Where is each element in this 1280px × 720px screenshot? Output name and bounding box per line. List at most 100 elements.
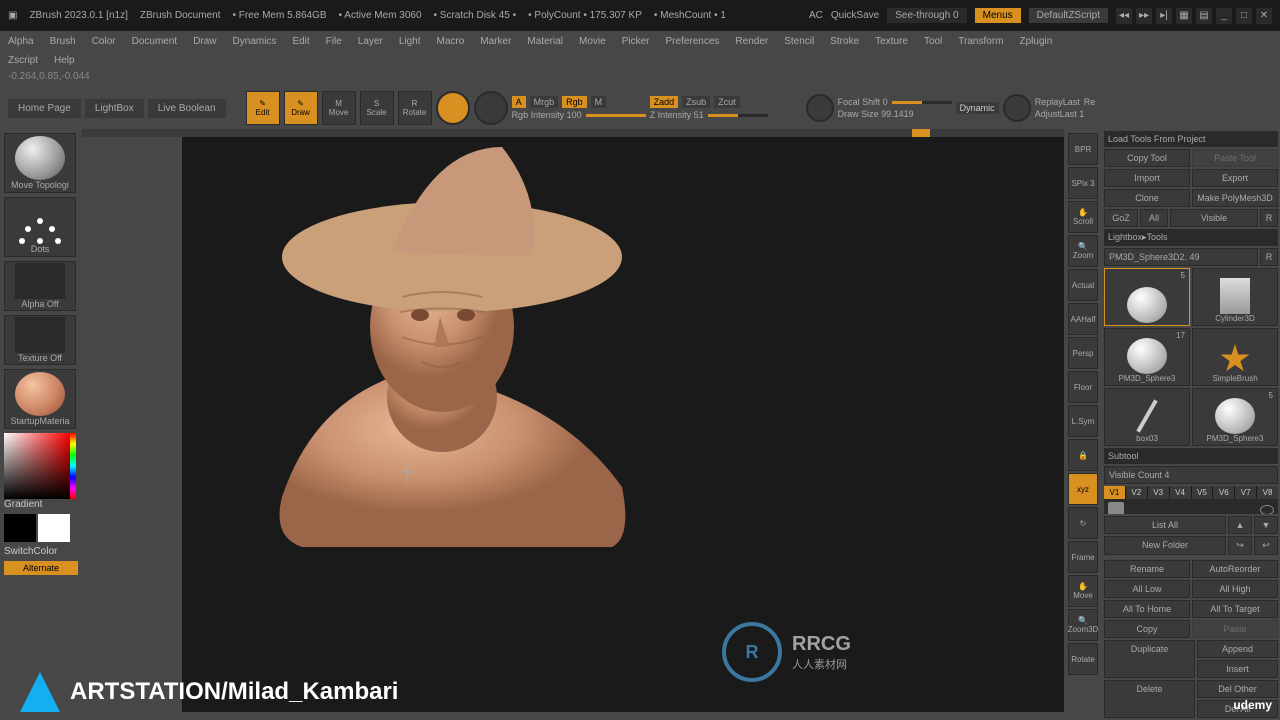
menu-alpha[interactable]: Alpha bbox=[8, 36, 34, 47]
menu-texture[interactable]: Texture bbox=[875, 36, 908, 47]
rgb-toggle[interactable]: Rgb bbox=[562, 96, 587, 108]
vtab[interactable]: V7 bbox=[1235, 486, 1256, 499]
swatch-primary[interactable] bbox=[38, 514, 70, 542]
goz-button[interactable]: GoZ bbox=[1104, 209, 1138, 227]
close-icon[interactable]: ✕ bbox=[1256, 8, 1272, 24]
menu-light[interactable]: Light bbox=[399, 36, 421, 47]
focal-shift-slider[interactable]: Focal Shift 0 bbox=[838, 97, 888, 107]
adjust-last-slider[interactable]: AdjustLast 1 bbox=[1035, 109, 1085, 119]
menus-toggle[interactable]: Menus bbox=[975, 8, 1021, 23]
delother-button[interactable]: Del Other bbox=[1197, 680, 1278, 698]
draw-size-slider[interactable]: Draw Size 99.1419 bbox=[838, 109, 914, 119]
alltohome-button[interactable]: All To Home bbox=[1104, 600, 1190, 618]
minimize-icon[interactable]: _ bbox=[1216, 8, 1232, 24]
insert-button[interactable]: Insert bbox=[1197, 660, 1278, 678]
alpha-selector[interactable]: Alpha Off bbox=[4, 261, 76, 311]
texture-selector[interactable]: Texture Off bbox=[4, 315, 76, 365]
replay-last-button[interactable]: ReplayLast bbox=[1035, 97, 1080, 107]
menu-material[interactable]: Material bbox=[527, 36, 563, 47]
rot-icon-button[interactable]: ↻ bbox=[1068, 507, 1098, 539]
draw-mode-button[interactable]: ✎Draw bbox=[284, 91, 318, 125]
actual-button[interactable]: Actual bbox=[1068, 269, 1098, 301]
tool-thumb[interactable]: 5 bbox=[1104, 268, 1190, 326]
makepolymesh-button[interactable]: Make PolyMesh3D bbox=[1192, 189, 1278, 207]
move-down-button[interactable]: ▼ bbox=[1254, 516, 1278, 534]
rename-button[interactable]: Rename bbox=[1104, 560, 1190, 578]
canvas-area[interactable]: R RRCG人人素材网 bbox=[82, 129, 1064, 720]
zoom3d-button[interactable]: 🔍Zoom3D bbox=[1068, 609, 1098, 641]
doc-scroll-h[interactable] bbox=[82, 129, 1064, 137]
gizmo-toggle[interactable] bbox=[436, 91, 470, 125]
alternate-button[interactable]: Alternate bbox=[4, 561, 78, 575]
zadd-toggle[interactable]: Zadd bbox=[650, 96, 679, 108]
menu-transform[interactable]: Transform bbox=[958, 36, 1003, 47]
load-tools-header[interactable]: Load Tools From Project bbox=[1104, 131, 1278, 147]
menu-tool[interactable]: Tool bbox=[924, 36, 942, 47]
alltotarget-button[interactable]: All To Target bbox=[1192, 600, 1278, 618]
seethrough-slider[interactable]: See-through 0 bbox=[887, 8, 966, 23]
brush-cursor-icon[interactable] bbox=[806, 94, 834, 122]
re-button[interactable]: Re bbox=[1084, 97, 1096, 107]
menu-marker[interactable]: Marker bbox=[480, 36, 511, 47]
maximize-icon[interactable]: □ bbox=[1236, 8, 1252, 24]
nav-last-icon[interactable]: ▸| bbox=[1156, 8, 1172, 24]
menu-preferences[interactable]: Preferences bbox=[665, 36, 719, 47]
subtool-row[interactable] bbox=[1104, 499, 1278, 514]
vtab[interactable]: V3 bbox=[1148, 486, 1169, 499]
scale-mode-button[interactable]: SScale bbox=[360, 91, 394, 125]
move3d-button[interactable]: ✋Move bbox=[1068, 575, 1098, 607]
zcut-toggle[interactable]: Zcut bbox=[714, 96, 740, 108]
scroll-button[interactable]: ✋Scroll bbox=[1068, 201, 1098, 233]
imm-brush-icon[interactable] bbox=[1003, 94, 1031, 122]
tool-r-button[interactable]: R bbox=[1260, 248, 1278, 266]
export-button[interactable]: Export bbox=[1192, 169, 1278, 187]
switch-color-button[interactable]: SwitchColor bbox=[4, 546, 78, 557]
goz-r-button[interactable]: R bbox=[1260, 209, 1278, 227]
newfolder-button[interactable]: New Folder bbox=[1104, 536, 1226, 555]
menu-dynamics[interactable]: Dynamics bbox=[233, 36, 277, 47]
live-boolean-button[interactable]: Live Boolean bbox=[148, 99, 226, 118]
tool-thumb[interactable]: Cylinder3D bbox=[1192, 268, 1278, 326]
quicksave-button[interactable]: QuickSave bbox=[831, 10, 879, 21]
xyz-button[interactable]: xyz bbox=[1068, 473, 1098, 505]
vtab[interactable]: V5 bbox=[1192, 486, 1213, 499]
move-up-button[interactable]: ▲ bbox=[1228, 516, 1252, 534]
brush-selector[interactable]: Move Topologi bbox=[4, 133, 76, 193]
stroke-selector[interactable]: Dots bbox=[4, 197, 76, 257]
lsym-button[interactable]: L.Sym bbox=[1068, 405, 1098, 437]
menu-zscript[interactable]: Zscript bbox=[8, 55, 38, 66]
grid-icon[interactable]: ▤ bbox=[1196, 8, 1212, 24]
menu-color[interactable]: Color bbox=[92, 36, 116, 47]
tool-thumb[interactable]: SimpleBrush bbox=[1192, 328, 1278, 386]
swatch-secondary[interactable] bbox=[4, 514, 36, 542]
home-page-button[interactable]: Home Page bbox=[8, 99, 81, 118]
allhigh-button[interactable]: All High bbox=[1192, 580, 1278, 598]
rotate3d-button[interactable]: Rotate bbox=[1068, 643, 1098, 675]
paste-tool-button[interactable]: Paste Tool bbox=[1192, 149, 1278, 167]
vtab[interactable]: V8 bbox=[1257, 486, 1278, 499]
goz-all-button[interactable]: All bbox=[1140, 209, 1168, 227]
vtab[interactable]: V1 bbox=[1104, 486, 1125, 499]
arrow2-icon[interactable]: ↩ bbox=[1254, 536, 1278, 555]
delete-button[interactable]: Delete bbox=[1104, 680, 1195, 718]
menu-draw[interactable]: Draw bbox=[193, 36, 216, 47]
eye-icon[interactable] bbox=[1260, 505, 1274, 514]
vtab[interactable]: V2 bbox=[1126, 486, 1147, 499]
bpr-button[interactable]: BPR bbox=[1068, 133, 1098, 165]
duplicate-button[interactable]: Duplicate bbox=[1104, 640, 1195, 678]
edit-mode-button[interactable]: ✎Edit bbox=[246, 91, 280, 125]
lightbox-tools-header[interactable]: Lightbox▸Tools bbox=[1104, 229, 1278, 246]
menu-macro[interactable]: Macro bbox=[437, 36, 465, 47]
subtool-header[interactable]: Subtool bbox=[1104, 448, 1278, 464]
listall-button[interactable]: List All bbox=[1104, 516, 1226, 534]
menu-zplugin[interactable]: Zplugin bbox=[1020, 36, 1053, 47]
menu-stroke[interactable]: Stroke bbox=[830, 36, 859, 47]
menu-picker[interactable]: Picker bbox=[622, 36, 650, 47]
import-button[interactable]: Import bbox=[1104, 169, 1190, 187]
nav-next-icon[interactable]: ▸▸ bbox=[1136, 8, 1152, 24]
tool-thumb[interactable]: box03 bbox=[1104, 388, 1190, 446]
menu-file[interactable]: File bbox=[326, 36, 342, 47]
dynamic-toggle[interactable]: Dynamic bbox=[956, 102, 999, 114]
append-button[interactable]: Append bbox=[1197, 640, 1278, 658]
paste-subtool-button[interactable]: Paste bbox=[1192, 620, 1278, 638]
